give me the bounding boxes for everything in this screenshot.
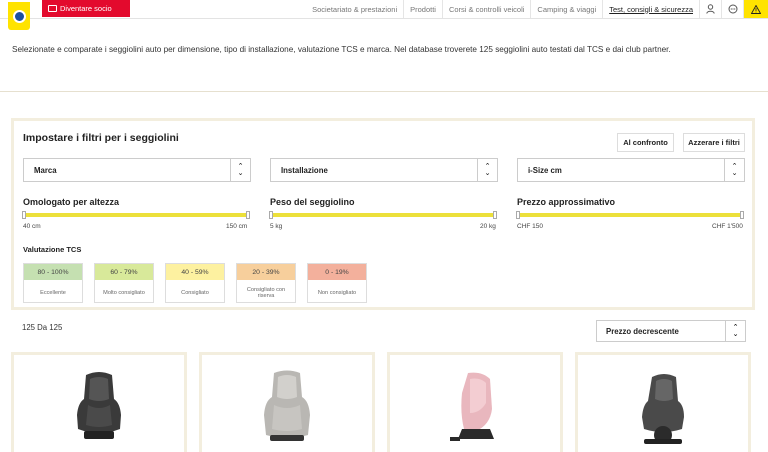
user-icon[interactable] (700, 0, 722, 18)
installation-select-value: Installazione (281, 165, 328, 175)
nav-item-membership[interactable]: Societariato & prestazioni (306, 0, 405, 18)
product-card[interactable] (11, 352, 187, 452)
become-member-label: Diventare socio (60, 4, 112, 13)
reset-filters-button[interactable]: Azzerare i filtri (683, 133, 745, 152)
isize-select[interactable]: i-Size cm ⌃ ⌄ (517, 158, 745, 182)
rating-label: Consigliato (181, 289, 209, 296)
rating-range: 60 - 79% (95, 264, 153, 280)
height-slider-min-handle[interactable] (22, 211, 26, 219)
rating-range: 80 - 100% (24, 264, 82, 280)
top-navigation-bar: Diventare socio Societariato & prestazio… (0, 0, 768, 30)
car-seat-image (450, 372, 494, 441)
rating-not-recommended[interactable]: 0 - 19% Non consigliato (307, 263, 367, 303)
sort-select-value: Prezzo decrescente (606, 326, 679, 336)
rating-with-reserve[interactable]: 20 - 39% Consigliato con riserva (236, 263, 296, 303)
rating-label: Eccellente (40, 289, 66, 296)
select-arrows-icon: ⌃ ⌄ (725, 321, 745, 341)
price-slider-max-handle[interactable] (740, 211, 744, 219)
nav-item-tests[interactable]: Test, consigli & sicurezza (603, 0, 700, 18)
logo-emblem-icon (12, 9, 26, 23)
rating-very-recommended[interactable]: 60 - 79% Molto consigliato (94, 263, 154, 303)
member-card-icon (48, 5, 57, 12)
rating-label: Molto consigliato (103, 289, 145, 296)
intro-text: Selezionate e comparate i seggiolini aut… (12, 45, 671, 54)
height-slider[interactable] (22, 211, 250, 219)
car-seat-image (77, 372, 121, 439)
rating-range: 20 - 39% (237, 264, 295, 280)
installation-select[interactable]: Installazione ⌃ ⌄ (270, 158, 498, 182)
car-seat-image (642, 374, 684, 444)
nav-item-products[interactable]: Prodotti (404, 0, 443, 18)
weight-slider-max: 20 kg (480, 223, 496, 230)
product-card[interactable] (387, 352, 563, 452)
product-card[interactable] (199, 352, 375, 452)
weight-slider-max-handle[interactable] (493, 211, 497, 219)
brand-select-value: Marca (34, 165, 57, 175)
main-nav: Societariato & prestazioni Prodotti Cors… (306, 0, 768, 18)
nav-item-camping[interactable]: Camping & viaggi (531, 0, 604, 18)
isize-select-value: i-Size cm (528, 165, 562, 175)
rating-label: Non consigliato (317, 289, 357, 296)
height-slider-min: 40 cm (23, 223, 41, 230)
price-slider-max: CHF 1'500 (712, 223, 743, 230)
sort-select[interactable]: Prezzo decrescente ⌃ ⌄ (596, 320, 746, 342)
filter-panel-title: Impostare i filtri per i seggiolini (23, 132, 179, 144)
become-member-button[interactable]: Diventare socio (42, 0, 130, 17)
price-slider-title: Prezzo approssimativo (517, 197, 616, 207)
divider (0, 91, 768, 92)
rating-range: 40 - 59% (166, 264, 224, 280)
chat-icon[interactable] (722, 0, 744, 18)
weight-slider-min-handle[interactable] (269, 211, 273, 219)
brand-select[interactable]: Marca ⌃ ⌄ (23, 158, 251, 182)
result-count: 125 Da 125 (22, 323, 63, 332)
rating-range: 0 - 19% (308, 264, 366, 280)
price-slider-min-handle[interactable] (516, 211, 520, 219)
price-slider-min: CHF 150 (517, 223, 544, 230)
nav-item-courses[interactable]: Corsi & controlli veicoli (443, 0, 532, 18)
height-slider-max-handle[interactable] (246, 211, 250, 219)
weight-slider[interactable] (269, 211, 497, 219)
tcs-logo[interactable] (8, 2, 30, 30)
height-slider-max: 150 cm (226, 223, 248, 230)
select-arrows-icon: ⌃ ⌄ (477, 159, 497, 181)
price-slider[interactable] (516, 211, 744, 219)
warning-icon[interactable] (744, 0, 768, 18)
rating-title: Valutazione TCS (23, 245, 82, 254)
weight-slider-title: Peso del seggiolino (270, 197, 355, 207)
car-seat-image (264, 370, 310, 441)
rating-excellent[interactable]: 80 - 100% Eccellente (23, 263, 83, 303)
select-arrows-icon: ⌃ ⌄ (230, 159, 250, 181)
select-arrows-icon: ⌃ ⌄ (724, 159, 744, 181)
rating-label: Consigliato con riserva (246, 286, 286, 299)
compare-button[interactable]: Al confronto (617, 133, 674, 152)
filter-panel: Impostare i filtri per i seggiolini Al c… (11, 118, 755, 310)
weight-slider-min: 5 kg (270, 223, 283, 230)
rating-recommended[interactable]: 40 - 59% Consigliato (165, 263, 225, 303)
height-slider-title: Omologato per altezza (23, 197, 120, 207)
product-card[interactable] (575, 352, 751, 452)
